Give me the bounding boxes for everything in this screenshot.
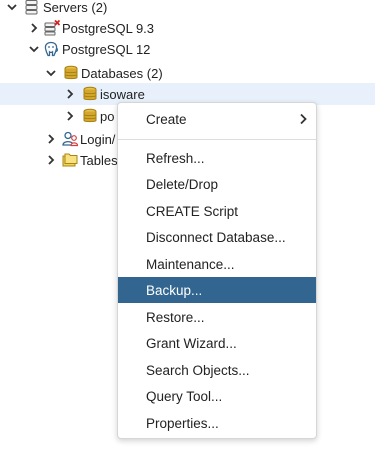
menu-item-disconnect-database[interactable]: Disconnect Database... — [118, 224, 316, 250]
menu-item-refresh[interactable]: Refresh... — [118, 145, 316, 171]
database-icon — [82, 86, 98, 102]
tree-label-login-roles: Login/ — [80, 131, 116, 147]
tree-node-postgresql-93[interactable]: PostgreSQL 9.3 — [0, 17, 375, 39]
menu-item-create-label: Create — [146, 111, 187, 127]
disconnected-server-icon — [44, 20, 60, 36]
submenu-chevron-right-icon — [298, 113, 308, 125]
databases-icon — [63, 65, 79, 81]
tree-label-isoware: isoware — [100, 86, 145, 102]
chevron-down-icon[interactable] — [45, 67, 57, 79]
menu-item-query-tool[interactable]: Query Tool... — [118, 383, 316, 409]
chevron-right-icon[interactable] — [45, 133, 57, 145]
menu-item-grant-wizard[interactable]: Grant Wizard... — [118, 330, 316, 356]
tree-node-postgresql-12[interactable]: PostgreSQL 12 — [0, 38, 375, 60]
menu-item-search-objects[interactable]: Search Objects... — [118, 357, 316, 383]
menu-item-maintenance[interactable]: Maintenance... — [118, 251, 316, 277]
tree-label-databases: Databases (2) — [81, 65, 163, 81]
chevron-down-icon[interactable] — [6, 1, 18, 13]
chevron-right-icon[interactable] — [45, 154, 57, 166]
menu-item-delete-drop[interactable]: Delete/Drop — [118, 171, 316, 197]
servers-icon — [24, 0, 40, 15]
tree-label-servers: Servers (2) — [43, 0, 108, 15]
tree-label-postgresql-12: PostgreSQL 12 — [62, 41, 151, 57]
tablespaces-folder-icon — [62, 152, 78, 168]
tree-node-databases[interactable]: Databases (2) — [0, 62, 375, 84]
menu-item-restore[interactable]: Restore... — [118, 304, 316, 330]
chevron-down-icon[interactable] — [28, 43, 40, 55]
menu-item-create-script[interactable]: CREATE Script — [118, 198, 316, 224]
menu-item-properties[interactable]: Properties... — [118, 410, 316, 436]
context-menu: Create Refresh... Delete/Drop CREATE Scr… — [117, 102, 317, 439]
postgresql-elephant-icon — [43, 41, 59, 57]
menu-item-create[interactable]: Create — [118, 106, 316, 132]
tree-label-postgres: po — [100, 108, 115, 124]
chevron-right-icon[interactable] — [64, 88, 76, 100]
tree-label-tablespaces: Tables — [80, 152, 118, 168]
tree-label-postgresql-93: PostgreSQL 9.3 — [62, 20, 155, 36]
database-icon — [82, 108, 98, 124]
menu-item-backup[interactable]: Backup... — [118, 277, 316, 303]
chevron-right-icon[interactable] — [64, 110, 76, 122]
menu-separator — [118, 139, 316, 140]
tree-node-servers[interactable]: Servers (2) — [0, 0, 375, 18]
chevron-right-icon[interactable] — [28, 22, 40, 34]
login-roles-icon — [62, 131, 78, 147]
